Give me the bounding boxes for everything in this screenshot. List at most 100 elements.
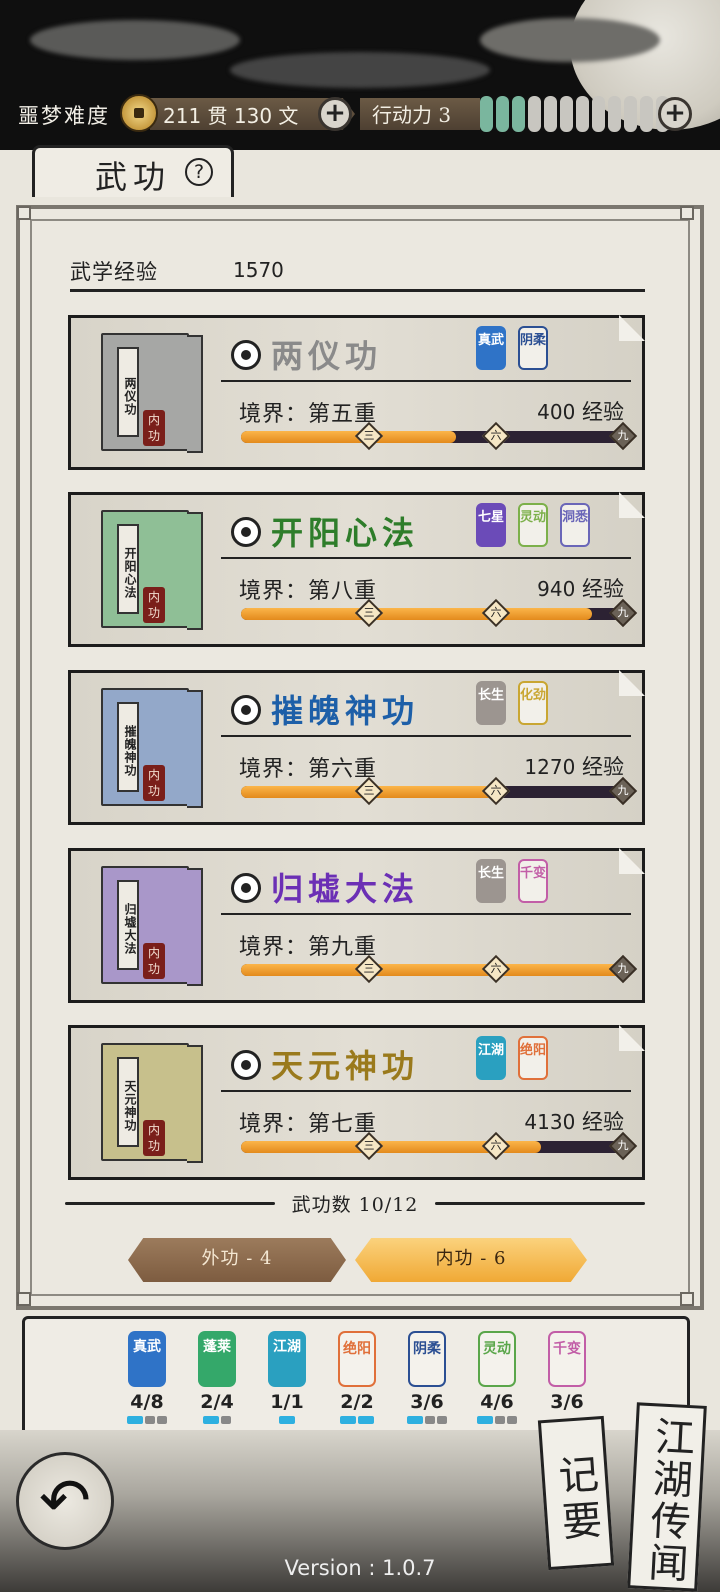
inner-skills-button[interactable]: 内功 - 6 [355,1238,587,1282]
skill-realm: 境界：第九重 [239,935,378,960]
corner-ornament [17,1292,31,1306]
skill-card[interactable]: 摧魄神功 内功 摧魄神功 长生 化劲 境界：第六重 1270 经验 三六九 [68,670,645,825]
skill-book-icon: 摧魄神功 内功 [101,688,203,808]
set-count: 1/1 [270,1391,304,1413]
skill-tag: 洞悉 [560,503,590,547]
set-bonus-item[interactable]: 千变 3/6 [545,1331,589,1416]
action-point-pip [496,96,509,132]
skill-tag: 真武 [476,326,506,370]
resource-bar: 噩梦难度 211 贯 130 文 + 行动力 3 + [0,88,720,138]
set-progress-dot [495,1416,505,1424]
skill-tag: 长生 [476,859,506,903]
outer-skills-button[interactable]: 外功 - 4 [128,1238,346,1282]
skill-realm: 境界：第六重 [239,757,378,782]
book-spine [187,335,203,453]
set-bonus-item[interactable]: 灵动 4/6 [475,1331,519,1424]
book-title: 两仪功 [117,347,139,437]
set-bonus-item[interactable]: 江湖 1/1 [265,1331,309,1424]
set-count: 4/6 [480,1391,514,1413]
page-fold [619,670,645,696]
cloud-decoration [30,20,240,60]
set-badge: 绝阳 [338,1331,376,1387]
book-seal: 内功 [143,1120,165,1156]
skill-realm: 境界：第八重 [239,579,378,604]
set-progress-dot [425,1416,435,1424]
set-bonus-item[interactable]: 蓬莱 2/4 [195,1331,239,1424]
skill-progress-bar: 三六九 [241,776,638,806]
money-value: 211 贯 130 文 [163,104,299,128]
set-badge: 阴柔 [408,1331,446,1387]
book-spine [187,512,203,630]
set-progress-dot [145,1416,155,1424]
skill-progress-bar: 三六九 [241,598,638,628]
set-progress [265,1416,309,1424]
book-seal: 内功 [143,587,165,623]
set-bonus-item[interactable]: 真武 4/8 [125,1331,169,1424]
divider [221,380,631,382]
help-icon[interactable]: ? [185,158,213,186]
progress-marker: 九 [608,421,638,451]
undo-arrow-icon: ↶ [39,1464,91,1537]
cloud-decoration [480,18,660,62]
action-point-pip [640,96,653,132]
set-progress-dot [157,1416,167,1424]
action-point-pip [592,96,605,132]
add-action-points-button[interactable]: + [658,97,692,131]
divider [221,913,631,915]
skill-name: 两仪功 [271,337,383,375]
divider [70,289,645,292]
set-count: 3/6 [550,1391,584,1413]
martial-exp-row: 武学经验 1570 [70,256,645,294]
skill-card[interactable]: 开阳心法 内功 开阳心法 七星 灵动 洞悉 境界：第八重 940 经验 三六九 [68,492,645,647]
set-count: 3/6 [410,1391,444,1413]
set-progress [405,1416,449,1424]
set-progress-dot [507,1416,517,1424]
divider [221,735,631,737]
skill-exp-unit: 经验 [582,1110,624,1134]
set-progress-dot [437,1416,447,1424]
skill-book-icon: 天元神功 内功 [101,1043,203,1163]
skill-name: 归墟大法 [271,870,420,908]
set-progress [195,1416,239,1424]
skill-count-row: 武功数 10/12 [65,1188,645,1218]
skill-exp-value: 400 [537,400,576,424]
cloud-decoration [230,52,490,88]
divider [221,1090,631,1092]
skill-type-icon [231,695,261,725]
skill-type-icon [231,340,261,370]
set-progress-dot [477,1416,493,1424]
tab-label: 武功 [95,158,172,196]
skill-card[interactable]: 天元神功 内功 天元神功 江湖 绝阳 境界：第七重 4130 经验 三六九 [68,1025,645,1180]
page-fold [619,848,645,874]
set-badge: 千变 [548,1331,586,1387]
set-bonus-item[interactable]: 阴柔 3/6 [405,1331,449,1424]
skill-exp-value: 4130 [524,1110,576,1134]
set-progress [475,1416,519,1424]
back-button[interactable]: ↶ [16,1452,114,1550]
add-money-button[interactable]: + [318,97,352,131]
book-seal: 内功 [143,943,165,979]
skill-card[interactable]: 归墟大法 内功 归墟大法 长生 千变 境界：第九重 三六九 [68,848,645,1003]
skill-exp-unit: 经验 [582,577,624,601]
skill-tag: 阴柔 [518,326,548,370]
skill-tag: 七星 [476,503,506,547]
set-progress-dot [221,1416,231,1424]
skill-exp: 1270 经验 [524,751,624,781]
skill-progress-bar: 三六九 [241,954,638,984]
action-point-pip [528,96,541,132]
skill-exp-value: 940 [537,577,576,601]
skill-card[interactable]: 两仪功 内功 两仪功 真武 阴柔 境界：第五重 400 经验 三六九 [68,315,645,470]
notes-button[interactable]: 记要 [537,1415,615,1571]
progress-marker: 六 [481,598,511,628]
skill-realm: 境界：第五重 [239,402,378,427]
set-bonus-item[interactable]: 绝阳 2/2 [335,1331,379,1424]
book-seal: 内功 [143,765,165,801]
set-badge: 江湖 [268,1331,306,1387]
skill-progress-fill [241,964,631,976]
tab-martial-arts[interactable]: 武功 ? [32,145,234,197]
martial-exp-value: 1570 [233,258,284,282]
set-count: 4/8 [130,1391,164,1413]
progress-marker: 九 [608,598,638,628]
progress-marker: 九 [608,776,638,806]
version-label: Version : 1.0.7 [284,1556,436,1580]
